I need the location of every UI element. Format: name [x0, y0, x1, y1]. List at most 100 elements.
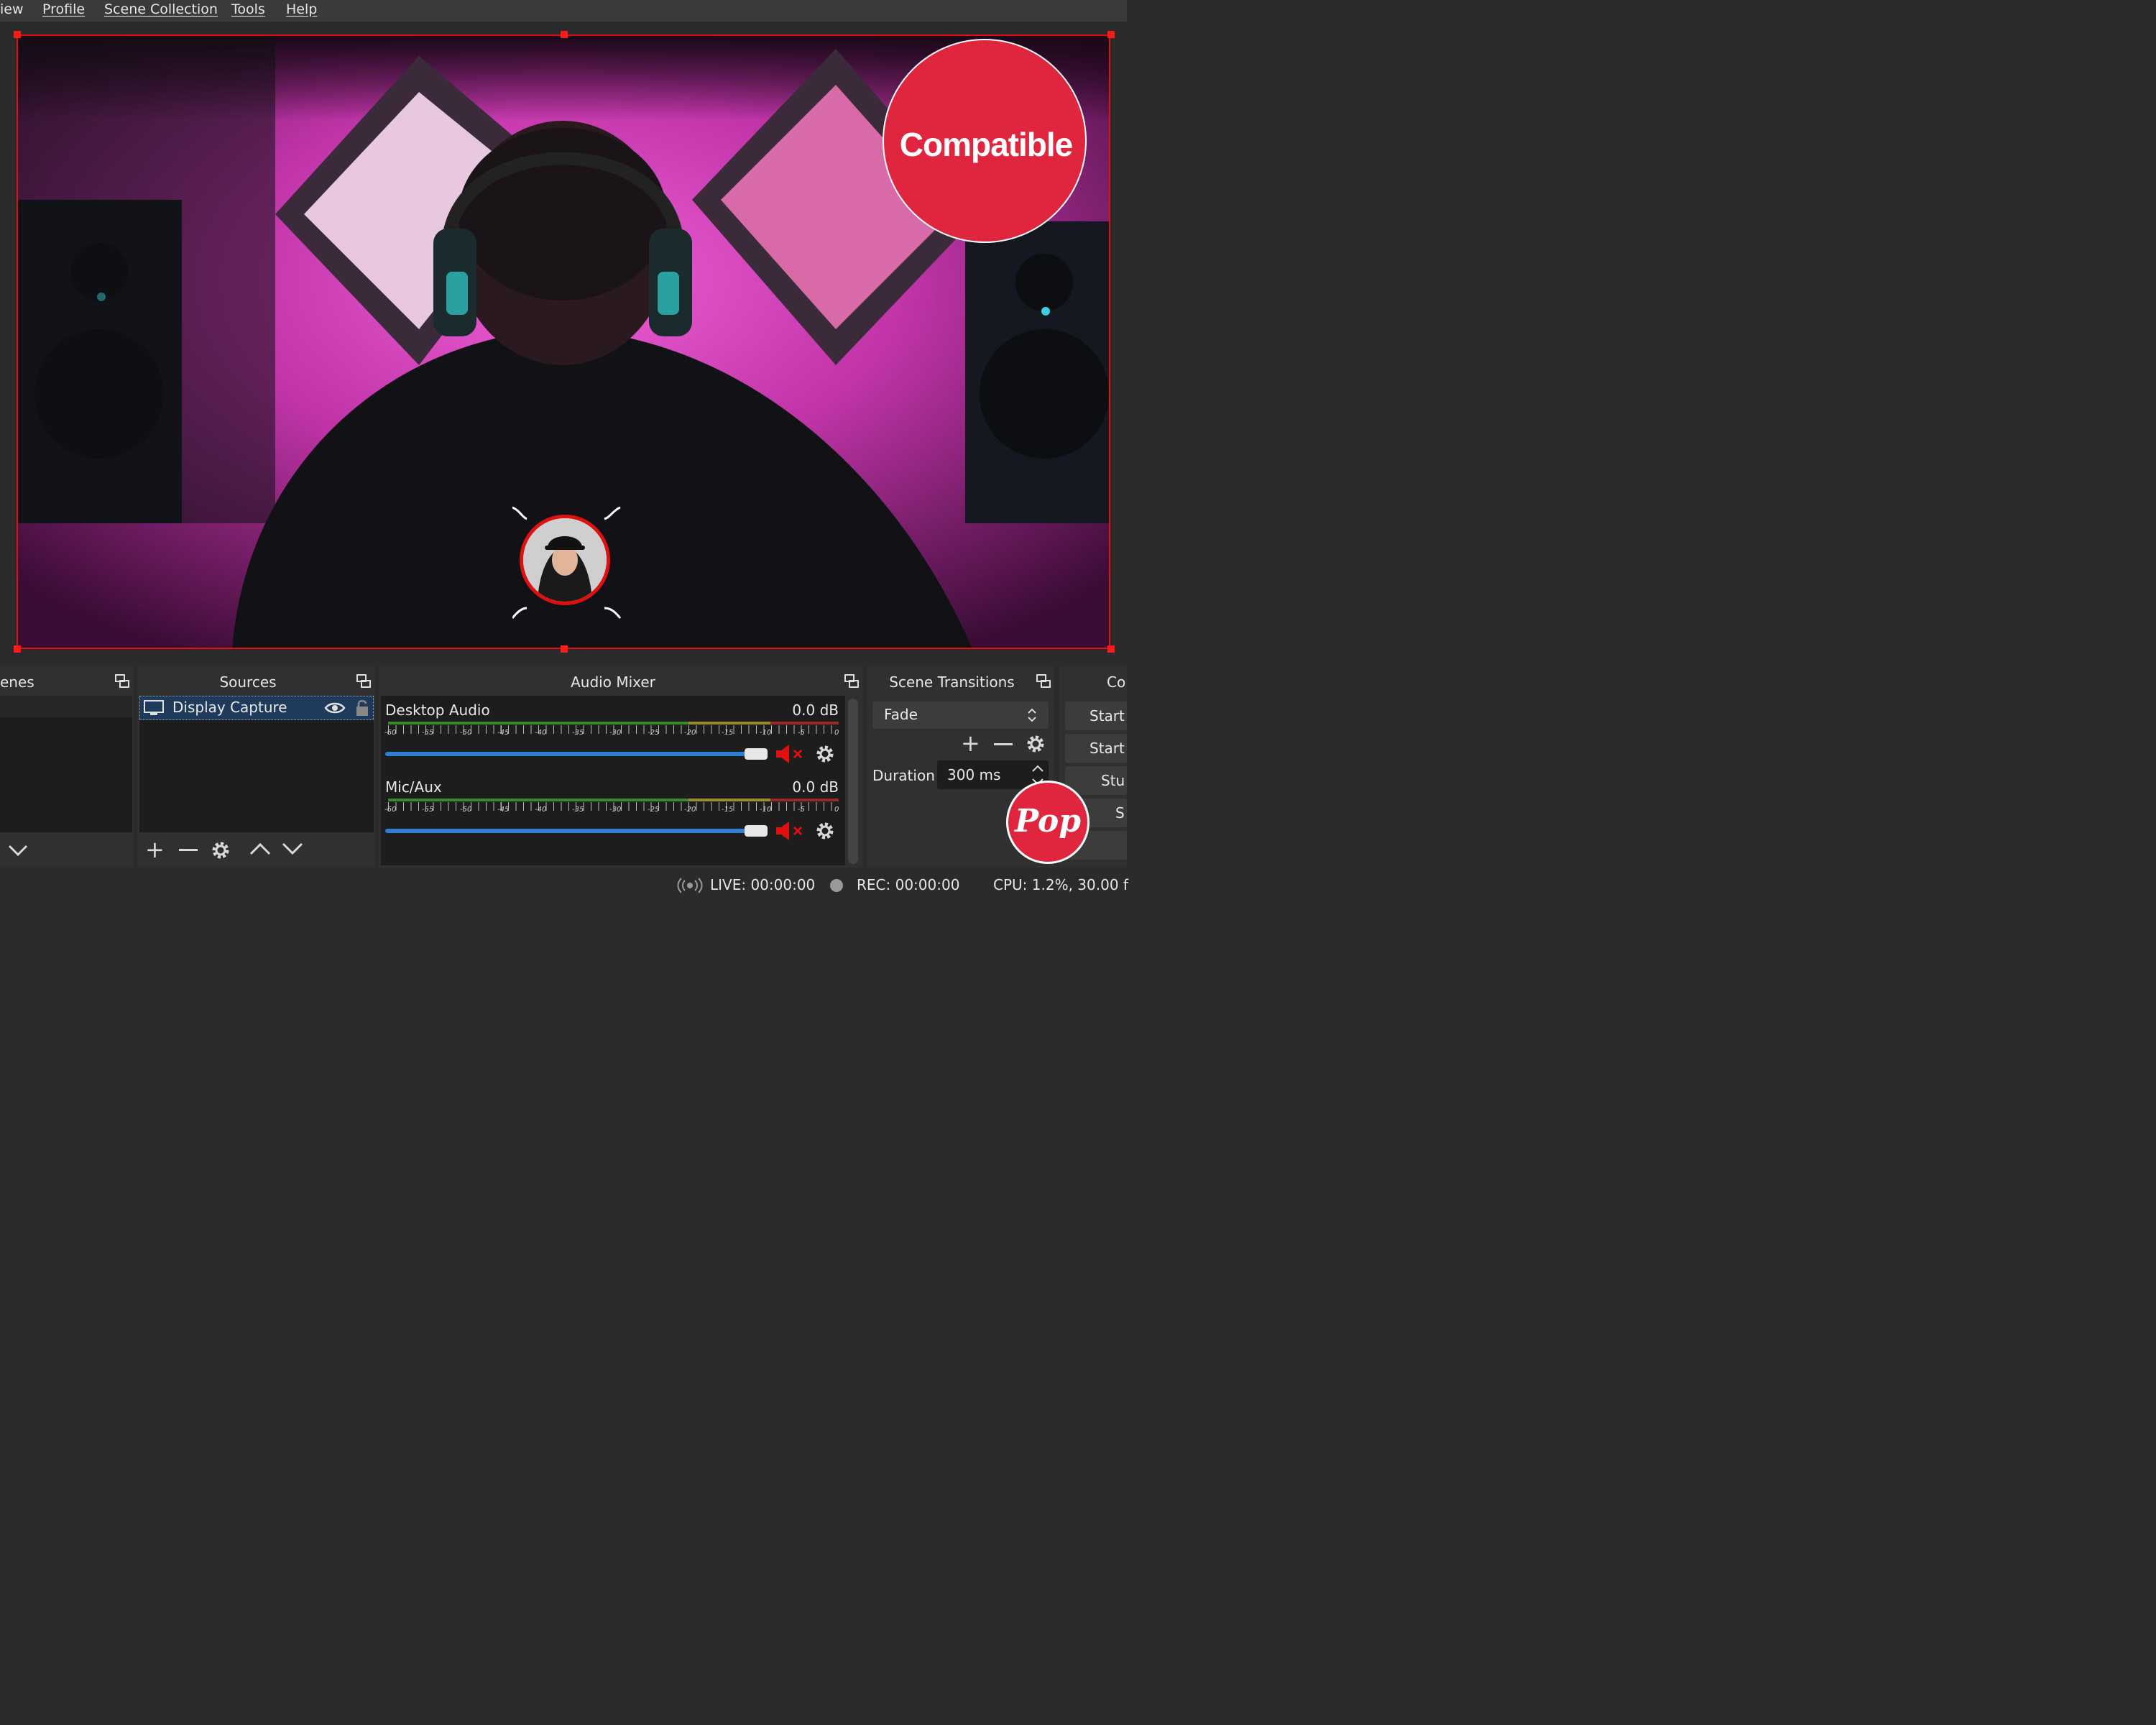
- remove-transition-icon[interactable]: [994, 743, 1013, 745]
- menu-view[interactable]: iew: [0, 1, 24, 17]
- undock-icon[interactable]: [356, 674, 371, 689]
- preview-canvas[interactable]: Compatible: [17, 34, 1110, 649]
- scale-label: -35: [572, 806, 584, 814]
- gear-icon[interactable]: [814, 743, 836, 765]
- source-item-display-capture[interactable]: Display Capture: [139, 696, 374, 720]
- resize-handle-bl[interactable]: [14, 645, 21, 653]
- transition-select-value: Fade: [884, 706, 918, 723]
- live-signal-icon: [677, 878, 703, 893]
- scale-label: -20: [684, 729, 696, 737]
- channel-name: Desktop Audio: [385, 702, 490, 719]
- meter-red-zone: [770, 799, 839, 801]
- scale-label: -45: [497, 729, 510, 737]
- cpu-status: CPU: 1.2%, 30.00 f: [993, 876, 1128, 893]
- scenes-title: enes: [0, 673, 34, 691]
- rec-timer: REC: 00:00:00: [857, 876, 960, 893]
- muted-speaker-icon[interactable]: [775, 820, 806, 842]
- resize-handle-tl[interactable]: [14, 31, 21, 38]
- button-label: Stu: [1101, 772, 1125, 789]
- button-label: Start: [1089, 740, 1125, 757]
- undock-icon[interactable]: [844, 674, 859, 689]
- scenes-list-row[interactable]: [0, 696, 132, 717]
- scale-label: -25: [648, 806, 660, 814]
- scale-label: -40: [535, 806, 547, 814]
- add-transition-icon[interactable]: +: [961, 732, 980, 755]
- muted-speaker-icon[interactable]: [775, 743, 806, 765]
- resize-handle-tr[interactable]: [1107, 31, 1115, 38]
- move-up-icon[interactable]: [249, 841, 272, 857]
- volume-slider[interactable]: [385, 829, 752, 833]
- scale-label: -45: [497, 806, 510, 814]
- scale-label: 0: [834, 806, 839, 814]
- scale-label: -15: [722, 806, 734, 814]
- menu-help[interactable]: Help: [286, 1, 317, 17]
- scene-transitions-title: Scene Transitions: [889, 673, 1015, 691]
- scale-label: -5: [798, 806, 805, 814]
- pop-badge-label: Pop: [1014, 803, 1082, 840]
- volume-slider-handle[interactable]: [745, 825, 768, 837]
- controls-title: Co: [1107, 673, 1126, 691]
- audio-mixer-title: Audio Mixer: [571, 673, 655, 691]
- scale-label: -50: [460, 806, 472, 814]
- volume-slider-handle[interactable]: [745, 748, 768, 760]
- gear-icon[interactable]: [210, 840, 231, 861]
- menu-tools[interactable]: Tools: [231, 1, 265, 17]
- audio-mixer-scrollbar[interactable]: [848, 699, 858, 864]
- avatar: [520, 515, 610, 605]
- meter-green-zone: [388, 722, 688, 724]
- gear-icon[interactable]: [1025, 733, 1046, 755]
- lock-icon[interactable]: [354, 698, 370, 718]
- menu-scene-collection[interactable]: Scene Collection: [104, 1, 218, 17]
- move-down-icon[interactable]: [281, 841, 304, 857]
- scale-label: 0: [834, 729, 839, 737]
- volume-slider[interactable]: [385, 752, 752, 756]
- gear-icon[interactable]: [814, 820, 836, 842]
- scale-label: -30: [609, 729, 622, 737]
- updown-chevron-icon: [1028, 708, 1036, 722]
- start-recording-button[interactable]: Start: [1065, 734, 1127, 763]
- scale-label: -40: [535, 729, 547, 737]
- channel-level: 0.0 dB: [792, 702, 839, 719]
- menu-profile[interactable]: Profile: [42, 1, 85, 17]
- scale-label: -25: [648, 729, 660, 737]
- button-label: Start: [1089, 707, 1125, 724]
- source-item-label: Display Capture: [172, 699, 287, 716]
- channel-name: Mic/Aux: [385, 778, 442, 796]
- scale-label: -50: [460, 729, 472, 737]
- scale-label: -30: [609, 806, 622, 814]
- scale-label: -5: [798, 729, 805, 737]
- compatible-badge-label: Compatible: [899, 126, 1073, 163]
- meter-scale: -60 -55 -50 -45 -40 -35 -30 -25 -20 -15 …: [381, 806, 845, 816]
- scale-label: -35: [572, 729, 584, 737]
- scale-label: -10: [760, 729, 772, 737]
- meter-scale: -60 -55 -50 -45 -40 -35 -30 -25 -20 -15 …: [381, 729, 845, 739]
- compatible-badge: Compatible: [883, 39, 1087, 243]
- meter-red-zone: [770, 722, 839, 724]
- avatar-overlay[interactable]: [511, 503, 627, 622]
- scale-label: -55: [422, 729, 434, 737]
- meter-yellow-zone: [688, 722, 770, 724]
- add-source-icon[interactable]: +: [145, 838, 165, 861]
- scale-label: -20: [684, 806, 696, 814]
- record-dot-icon: [830, 879, 843, 892]
- scale-label: -60: [384, 729, 397, 737]
- menu-bar: iew Profile Scene Collection Tools Help: [0, 0, 1127, 22]
- eye-icon[interactable]: [324, 701, 346, 715]
- remove-source-icon[interactable]: [179, 849, 198, 851]
- scale-label: -55: [422, 806, 434, 814]
- chevron-down-icon[interactable]: [7, 842, 29, 858]
- scale-label: -60: [384, 806, 397, 814]
- duration-value: 300 ms: [947, 766, 1001, 783]
- start-streaming-button[interactable]: Start: [1065, 702, 1127, 730]
- duration-label: Duration: [872, 767, 935, 784]
- scale-label: -15: [722, 729, 734, 737]
- resize-handle-br[interactable]: [1107, 645, 1115, 653]
- resize-handle-bottom[interactable]: [561, 645, 568, 653]
- undock-icon[interactable]: [115, 674, 129, 689]
- undock-icon[interactable]: [1036, 674, 1051, 689]
- audio-channel-desktop: Desktop Audio 0.0 dB -60 -55 -50 -45 -40…: [381, 699, 845, 773]
- live-timer: LIVE: 00:00:00: [710, 876, 816, 893]
- monitor-icon: [144, 700, 164, 715]
- transition-select[interactable]: Fade: [872, 702, 1049, 729]
- resize-handle-top[interactable]: [561, 31, 568, 38]
